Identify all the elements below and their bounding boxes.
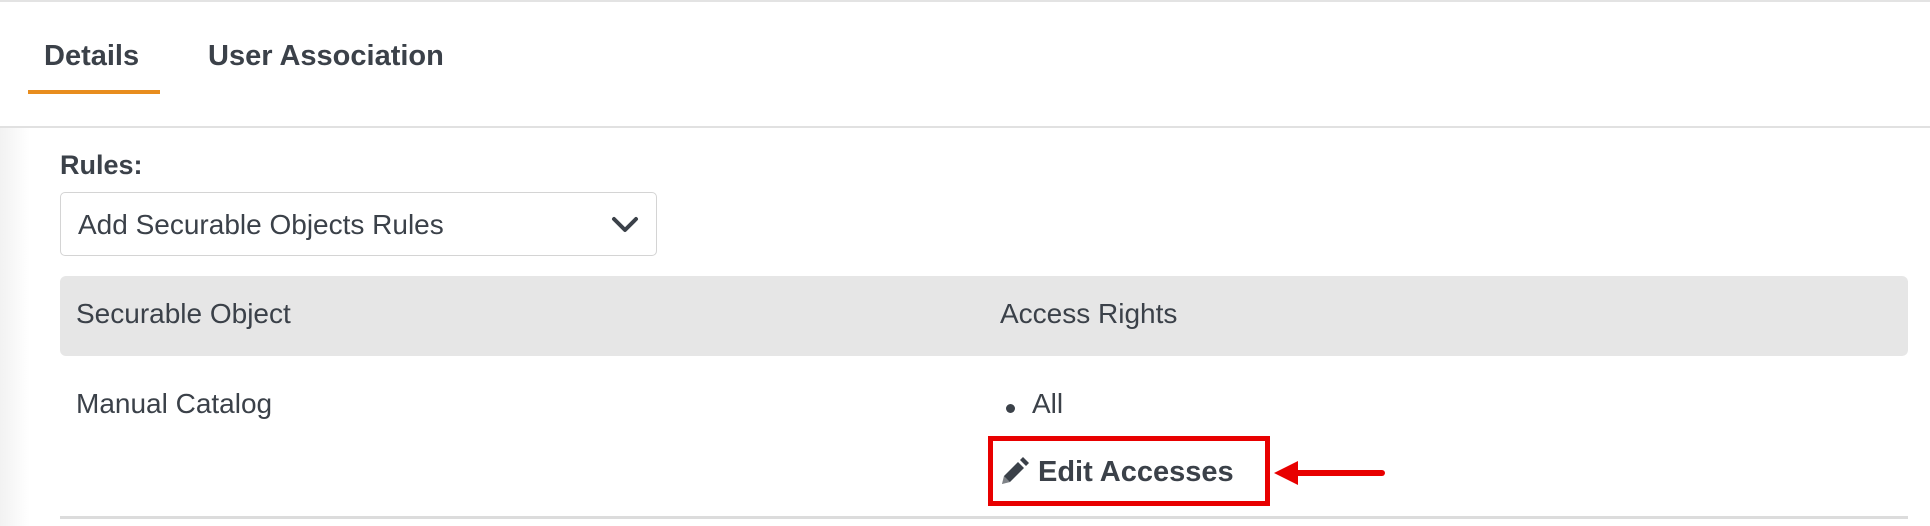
pencil-icon	[1002, 457, 1029, 484]
column-header-securable-object: Securable Object	[76, 298, 291, 329]
securable-object-cell: Manual Catalog	[76, 388, 273, 419]
access-right-item: All	[1032, 388, 1064, 419]
dropdown-value: Add Securable Objects Rules	[78, 209, 444, 240]
tab-details[interactable]: Details	[44, 40, 139, 73]
securable-objects-rules-dropdown[interactable]: Add Securable Objects Rules	[60, 192, 657, 256]
row-divider	[60, 516, 1908, 519]
edit-accesses-button[interactable]: Edit Accesses	[998, 452, 1234, 492]
column-header-access-rights: Access Rights	[1000, 298, 1178, 329]
table-header: Securable Object Access Rights	[60, 276, 1908, 356]
arrow-left-icon	[1274, 461, 1385, 485]
details-panel: Rules: Add Securable Objects Rules Secur…	[0, 128, 1930, 526]
table-row: Manual Catalog All	[60, 356, 1908, 516]
tab-user-association[interactable]: User Association	[208, 40, 444, 73]
bullet-icon	[1006, 404, 1015, 413]
chevron-down-icon	[612, 217, 638, 232]
active-tab-indicator	[28, 90, 160, 94]
edit-accesses-label: Edit Accesses	[1038, 455, 1234, 488]
tab-bar: Details User Association	[0, 2, 1930, 128]
rules-label: Rules:	[60, 150, 143, 180]
